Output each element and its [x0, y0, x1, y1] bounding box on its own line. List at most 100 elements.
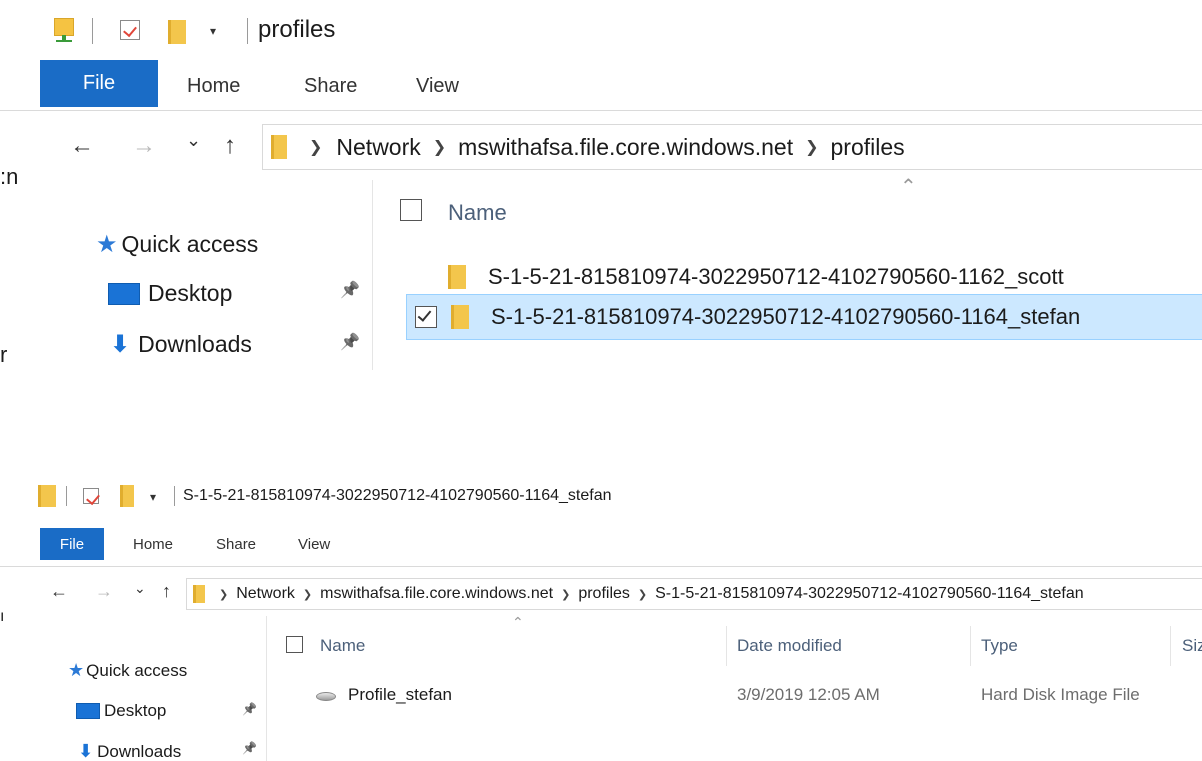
back-button[interactable]: ← [50, 581, 68, 602]
nav-downloads[interactable]: ⬇ Downloads [78, 741, 181, 761]
drive-icon[interactable] [54, 18, 74, 42]
address-row: ← → ⌄ ↑ ❯ Network ❯ mswithafsa.file.core… [0, 120, 1202, 172]
desktop-icon [108, 282, 140, 305]
forward-button[interactable]: → [132, 132, 156, 160]
tab-view[interactable]: View [416, 75, 459, 98]
network-folder-icon [193, 585, 205, 603]
download-icon: ⬇ [78, 741, 94, 761]
folder-icon [451, 305, 469, 329]
back-button[interactable]: ← [70, 132, 94, 160]
properties-check-icon[interactable] [120, 20, 140, 40]
up-button[interactable]: ↑ [224, 132, 236, 160]
breadcrumb-network[interactable]: Network [236, 585, 295, 603]
tab-share[interactable]: Share [304, 75, 357, 98]
dropdown-arrow-icon[interactable]: ▾ [150, 490, 156, 504]
tab-view[interactable]: View [298, 536, 330, 553]
column-header-type[interactable]: Type [981, 636, 1018, 656]
explorer-window-stefan: ▾ S-1-5-21-815810974-3022950712-41027905… [0, 470, 1202, 761]
pin-icon[interactable]: 📌 [340, 332, 360, 352]
column-header-date-modified[interactable]: Date modified [737, 636, 842, 656]
clipped-edge-text: :n [0, 164, 19, 189]
tab-home[interactable]: Home [187, 75, 240, 98]
up-button[interactable]: ↑ [162, 581, 171, 602]
column-divider [726, 626, 727, 666]
nav-item-label: Desktop [148, 280, 233, 306]
select-all-checkbox[interactable] [400, 199, 422, 221]
address-bar[interactable]: ❯ Network ❯ mswithafsa.file.core.windows… [262, 124, 1202, 170]
column-header-name[interactable]: Name [448, 200, 507, 226]
nav-item-label: Quick access [121, 231, 259, 257]
tab-file[interactable]: File [40, 60, 158, 107]
breadcrumb-profiles[interactable]: profiles [831, 134, 905, 161]
title-separator [66, 486, 67, 506]
title-separator [247, 18, 248, 44]
title-separator [92, 18, 93, 44]
breadcrumb-network[interactable]: Network [336, 134, 420, 161]
clipped-edge-text: r [0, 342, 8, 367]
star-icon: ★ [96, 231, 118, 258]
ribbon-tabs: File Home Share View [0, 528, 1202, 567]
forward-button[interactable]: → [95, 581, 113, 602]
folder-icon[interactable] [38, 485, 56, 507]
column-header-size[interactable]: Siz [1182, 636, 1202, 656]
navigation-pane: ★ Quick access Desktop 📌 ⬇ Downloads 📌 [60, 616, 267, 761]
ribbon-tabs: File Home Share View [0, 60, 1202, 111]
item-checkbox[interactable] [415, 306, 437, 328]
nav-quick-access[interactable]: ★ Quick access [68, 660, 187, 681]
desktop-icon [76, 703, 100, 719]
folder-icon[interactable] [168, 20, 186, 44]
item-name: S-1-5-21-815810974-3022950712-4102790560… [488, 264, 1064, 289]
select-all-checkbox[interactable] [286, 636, 303, 653]
recent-locations-button[interactable]: ⌄ [186, 130, 201, 151]
address-bar[interactable]: ❯ Network ❯ mswithafsa.file.core.windows… [186, 578, 1202, 610]
download-icon: ⬇ [110, 331, 131, 358]
recent-locations-button[interactable]: ⌄ [134, 580, 146, 597]
file-list: ⌃ Name Date modified Type Siz Profile_st… [270, 612, 1202, 761]
tab-share[interactable]: Share [216, 536, 256, 553]
address-row: ← → ⌄ ↑ ❯ Network ❯ mswithafsa.file.core… [0, 574, 1202, 612]
window-title: S-1-5-21-815810974-3022950712-4102790560… [183, 487, 612, 504]
item-type: Hard Disk Image File [981, 685, 1140, 704]
nav-desktop[interactable]: Desktop [76, 701, 166, 721]
disk-image-icon [316, 692, 336, 701]
nav-item-label: Desktop [104, 701, 167, 720]
list-item[interactable]: S-1-5-21-815810974-3022950712-4102790560… [406, 258, 1202, 296]
nav-item-label: Downloads [97, 741, 182, 761]
nav-desktop[interactable]: Desktop [108, 280, 232, 307]
network-folder-icon [271, 135, 287, 159]
column-divider [1170, 626, 1171, 666]
breadcrumb-profiles[interactable]: profiles [578, 585, 630, 603]
title-bar: ▾ profiles [0, 0, 1202, 60]
breadcrumb-user-folder[interactable]: S-1-5-21-815810974-3022950712-4102790560… [655, 585, 1084, 603]
window-title: profiles [258, 16, 336, 43]
navigation-pane: ★ Quick access Desktop 📌 ⬇ Downloads 📌 [80, 180, 373, 370]
list-item-selected[interactable]: S-1-5-21-815810974-3022950712-4102790560… [406, 294, 1202, 340]
item-name: Profile_stefan [348, 685, 452, 704]
column-header-name[interactable]: Name [320, 636, 365, 656]
nav-quick-access[interactable]: ★ Quick access [96, 230, 258, 259]
file-list: ⌃ Name S-1-5-21-815810974-3022950712-410… [390, 172, 1202, 372]
sort-indicator-icon: ⌃ [512, 614, 524, 630]
pin-icon[interactable]: 📌 [242, 741, 257, 755]
sort-indicator-icon: ⌃ [900, 176, 917, 198]
explorer-window-profiles: ▾ profiles File Home Share View ← → ⌄ ↑ … [0, 0, 1202, 380]
tab-file[interactable]: File [40, 528, 104, 560]
breadcrumb-server[interactable]: mswithafsa.file.core.windows.net [320, 585, 553, 603]
properties-check-icon[interactable] [83, 488, 99, 504]
pin-icon[interactable]: 📌 [242, 702, 257, 716]
column-divider [970, 626, 971, 666]
nav-downloads[interactable]: ⬇ Downloads [110, 330, 252, 359]
item-date-modified: 3/9/2019 12:05 AM [737, 685, 880, 704]
nav-item-label: Downloads [138, 331, 252, 357]
pin-icon[interactable]: 📌 [340, 280, 360, 300]
title-separator [174, 486, 175, 506]
nav-item-label: Quick access [86, 660, 188, 680]
folder-icon [448, 265, 466, 289]
tab-home[interactable]: Home [133, 536, 173, 553]
clipped-edge-text: ı [0, 608, 5, 625]
title-bar: ▾ S-1-5-21-815810974-3022950712-41027905… [0, 470, 1202, 528]
item-name: S-1-5-21-815810974-3022950712-4102790560… [491, 304, 1081, 329]
breadcrumb-server[interactable]: mswithafsa.file.core.windows.net [458, 134, 793, 161]
folder-icon[interactable] [120, 485, 134, 507]
dropdown-arrow-icon[interactable]: ▾ [210, 24, 216, 38]
